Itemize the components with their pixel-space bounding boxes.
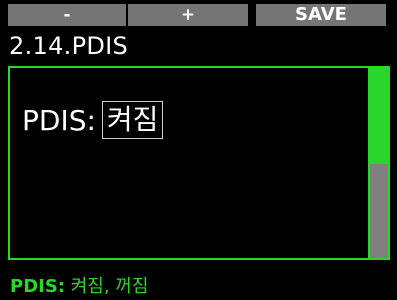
pdis-setting-row[interactable]: PDIS: 켜짐 bbox=[22, 101, 164, 139]
options-hint: PDIS: 켜짐, 꺼짐 bbox=[10, 276, 148, 298]
settings-panel: PDIS: 켜짐 bbox=[8, 66, 390, 260]
minus-button[interactable]: - bbox=[8, 4, 126, 26]
scrollbar-track bbox=[370, 164, 388, 258]
scrollbar[interactable] bbox=[368, 68, 388, 258]
softkey-bar: - + SAVE bbox=[0, 0, 397, 30]
hint-options: 켜짐, 꺼짐 bbox=[65, 276, 149, 297]
save-button[interactable]: SAVE bbox=[256, 4, 386, 26]
plus-button[interactable]: + bbox=[128, 4, 248, 26]
pdis-setting-value[interactable]: 켜짐 bbox=[101, 101, 164, 139]
scrollbar-thumb[interactable] bbox=[370, 68, 388, 164]
pdis-setting-label: PDIS: bbox=[22, 103, 96, 137]
hint-key: PDIS: bbox=[10, 276, 65, 297]
page-title: 2.14.PDIS bbox=[9, 32, 129, 60]
